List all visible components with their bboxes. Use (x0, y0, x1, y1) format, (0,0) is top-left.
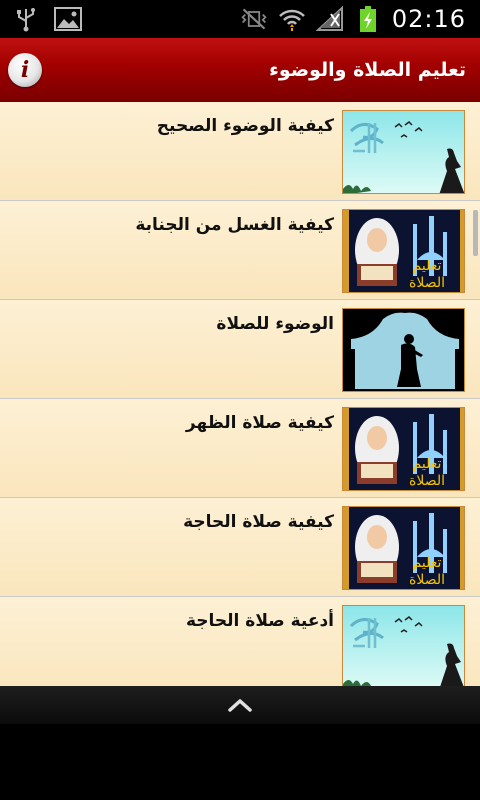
chevron-up-icon[interactable] (220, 690, 260, 720)
bottom-bar (0, 686, 480, 724)
item-title: كيفية الوضوء الصحيح (156, 116, 334, 136)
status-bar: 02:16 (0, 0, 480, 38)
info-icon: i (20, 57, 30, 83)
thumbnail-girl-quran: تعليم الصلاة (342, 209, 465, 293)
info-button[interactable]: i (8, 53, 42, 87)
thumb-caption: الصلاة (409, 473, 445, 489)
thumb-caption: الصلاة (409, 275, 445, 291)
scrollbar[interactable] (473, 210, 478, 256)
list-item[interactable]: كيفية الوضوء الصحيح (0, 102, 480, 201)
thumb-caption: تعليم (413, 258, 442, 274)
thumbnail-allah-calligraphy (342, 110, 465, 194)
signal-icon (315, 5, 344, 33)
item-title: كيفية صلاة الظهر (185, 413, 334, 433)
list-item[interactable]: كيفية صلاة الحاجة تعليم الصلاة (0, 498, 480, 597)
thumb-caption: تعليم (413, 456, 442, 472)
item-title: كيفية الغسل من الجنابة (135, 215, 334, 235)
page-title: تعليم الصلاة والوضوء (269, 59, 466, 81)
vibrate-mute-icon (240, 5, 268, 33)
battery-charging-icon (354, 5, 382, 33)
thumbnail-girl-quran: تعليم الصلاة (342, 506, 465, 590)
list-item[interactable]: الوضوء للصلاة (0, 300, 480, 399)
app-bar: i تعليم الصلاة والوضوء (0, 38, 480, 102)
wifi-icon (278, 5, 306, 33)
list-item[interactable]: كيفية صلاة الظهر تعليم الصلاة (0, 399, 480, 498)
thumb-caption: تعليم (413, 555, 442, 571)
status-clock: 02:16 (391, 5, 466, 33)
item-title: الوضوء للصلاة (216, 314, 334, 334)
lesson-list[interactable]: كيفية الوضوء الصحيح كيفية الغسل من الجنا… (0, 102, 480, 686)
thumbnail-praying-silhouette (342, 308, 465, 392)
item-title: أدعية صلاة الحاجة (185, 611, 334, 631)
empty-area (0, 724, 480, 800)
thumb-caption: الصلاة (409, 572, 445, 588)
image-notification-icon (54, 5, 82, 33)
thumbnail-allah-calligraphy (342, 605, 465, 686)
item-title: كيفية صلاة الحاجة (183, 512, 334, 532)
list-item[interactable]: أدعية صلاة الحاجة (0, 597, 480, 686)
thumbnail-girl-quran: تعليم الصلاة (342, 407, 465, 491)
usb-icon (12, 5, 40, 33)
list-item[interactable]: كيفية الغسل من الجنابة تعليم الصلاة (0, 201, 480, 300)
